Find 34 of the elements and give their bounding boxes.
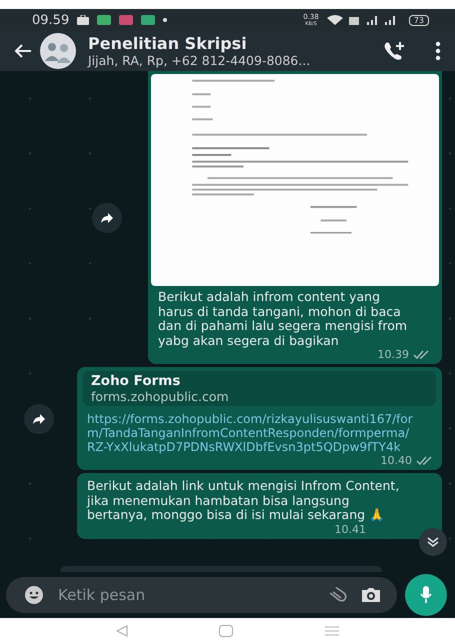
forward-icon bbox=[32, 412, 46, 424]
app-notification-icon bbox=[141, 15, 156, 25]
more-options-icon[interactable] bbox=[435, 41, 441, 61]
double-chevron-down-icon bbox=[426, 536, 440, 548]
back-arrow-icon[interactable] bbox=[14, 43, 32, 59]
group-avatar[interactable] bbox=[40, 33, 76, 69]
briefcase-icon bbox=[77, 15, 90, 25]
link-preview[interactable]: Zoho Forms forms.zohopublic.com bbox=[83, 371, 436, 406]
scroll-down-button[interactable] bbox=[419, 528, 447, 556]
input-bar[interactable]: Ketik pesan bbox=[6, 577, 397, 613]
message-time: 10.40 bbox=[380, 454, 412, 467]
voice-message-button[interactable] bbox=[405, 574, 447, 616]
message-time: 10.41 bbox=[334, 522, 366, 536]
message-text: Berikut adalah link untuk mengisi Infrom Content, jika menemukan hambatan bisa langsung bertanya, monggo bisa di isi mulai sekarang 🙏 bbox=[87, 479, 400, 522]
microphone-icon bbox=[420, 586, 432, 604]
app-notification-icon bbox=[97, 15, 112, 25]
chat-members: Jijah, RA, Rp, +62 812-4409-8086... bbox=[88, 53, 312, 68]
forward-icon bbox=[100, 212, 114, 224]
battery-level: 73 bbox=[408, 14, 429, 26]
message-text: Berikut adalah infrom content yang harus di tanda tangani, mohon di baca dan di pahami lalu segera mengisi from yabg akan segera di bagikan bbox=[157, 288, 408, 348]
add-call-icon[interactable] bbox=[383, 40, 407, 62]
form-link[interactable]: https://forms.zohopublic.com/rizkayulisuswanti167/form/TandaTanganInfromContentResponden/formperma/RZ-YxXlukatpD7PDNsRWXlDbfEvsn3pt5QDpw9fTY4k bbox=[87, 412, 414, 454]
dot-icon bbox=[163, 18, 168, 22]
preview-domain: forms.zohopublic.com bbox=[91, 389, 230, 404]
app-notification-icon bbox=[119, 15, 134, 25]
preview-title: Zoho Forms bbox=[91, 373, 182, 389]
emoji-icon[interactable] bbox=[24, 585, 44, 605]
forward-button[interactable] bbox=[24, 404, 54, 434]
forward-button[interactable] bbox=[92, 202, 122, 232]
chat-title[interactable]: Penelitian Skripsi bbox=[88, 34, 377, 53]
attach-icon[interactable] bbox=[327, 587, 349, 603]
status-time: 09.59 bbox=[32, 12, 70, 28]
message-time: 10.39 bbox=[378, 348, 409, 361]
camera-icon[interactable] bbox=[361, 587, 381, 603]
